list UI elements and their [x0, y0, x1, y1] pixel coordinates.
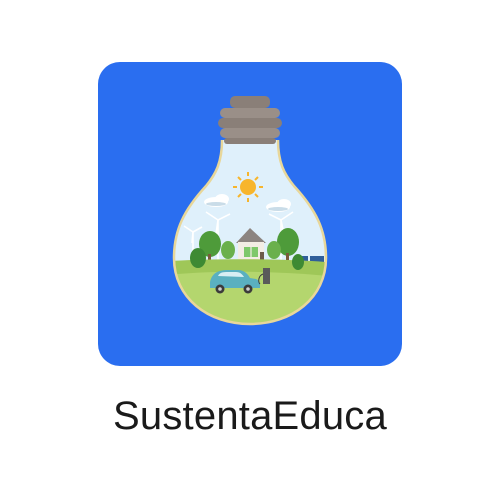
bulb-cap — [218, 96, 282, 144]
eco-scene — [174, 140, 326, 324]
app-launcher-item[interactable]: SustentaEduca — [0, 0, 500, 500]
app-name-label[interactable]: SustentaEduca — [0, 390, 500, 442]
lightbulb-eco-landscape-icon — [172, 96, 328, 326]
app-icon[interactable] — [98, 62, 402, 366]
